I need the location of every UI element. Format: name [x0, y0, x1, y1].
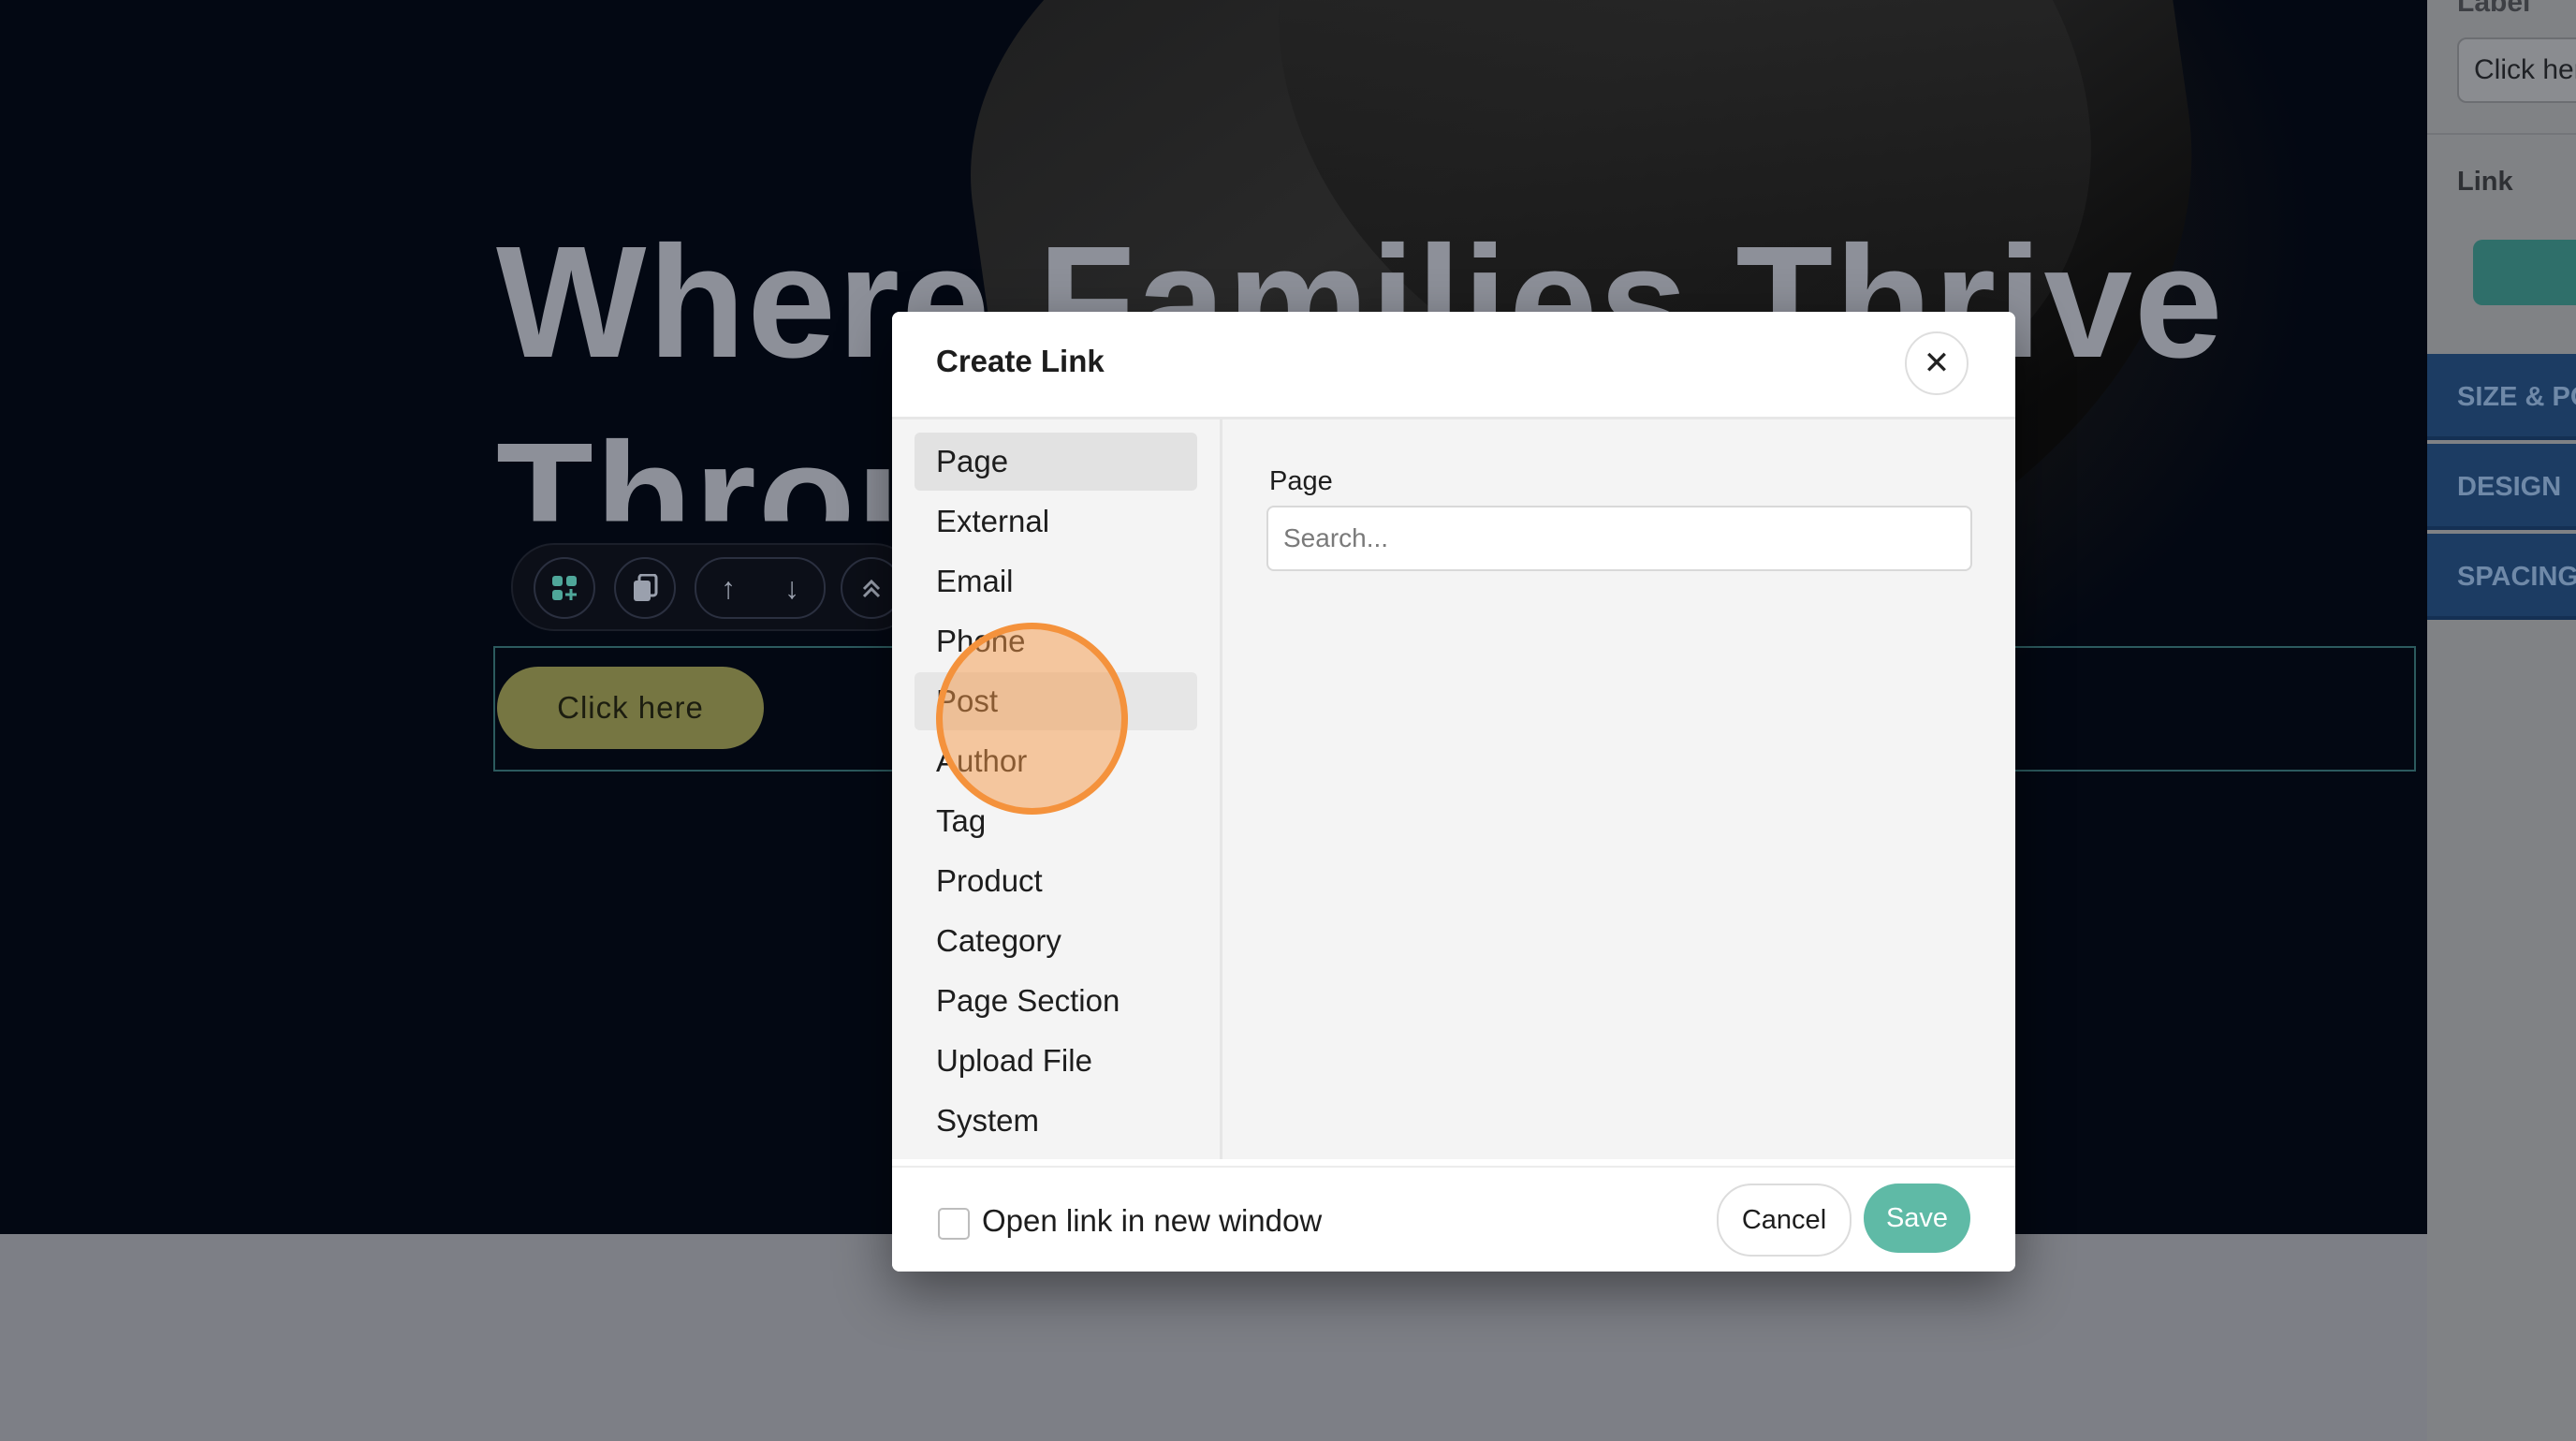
link-type-category[interactable]: Category [915, 912, 1197, 970]
panel-divider [2427, 133, 2576, 135]
new-window-label[interactable]: Open link in new window [982, 1203, 1322, 1239]
properties-panel: Label Click here Link SIZE & POSITION DE… [2427, 0, 2576, 1441]
link-button[interactable] [2473, 240, 2576, 305]
tab-size-position[interactable]: SIZE & POSITION [2427, 354, 2576, 440]
link-type-system[interactable]: System [915, 1092, 1197, 1150]
link-target-panel: Page [1222, 419, 2015, 1159]
link-heading: Link [2457, 167, 2513, 197]
tab-spacing[interactable]: SPACING [2427, 534, 2576, 620]
click-indicator [936, 623, 1128, 815]
link-type-email[interactable]: Email [915, 552, 1197, 610]
tab-design[interactable]: DESIGN [2427, 444, 2576, 530]
dialog-title: Create Link [936, 344, 1105, 378]
new-window-checkbox[interactable] [938, 1208, 970, 1240]
link-type-product[interactable]: Product [915, 852, 1197, 910]
label-heading: Label [2457, 0, 2531, 18]
dialog-header: Create Link ✕ [892, 312, 2015, 419]
label-input[interactable]: Click here [2457, 37, 2576, 103]
page-search-input[interactable] [1266, 506, 1972, 571]
link-type-upload-file[interactable]: Upload File [915, 1032, 1197, 1090]
save-button[interactable]: Save [1864, 1184, 1970, 1253]
link-type-external[interactable]: External [915, 493, 1197, 551]
close-icon: ✕ [1923, 346, 1951, 381]
dialog-footer: Open link in new window Cancel Save [892, 1166, 2015, 1272]
page-field-label: Page [1269, 466, 1333, 496]
link-type-page[interactable]: Page [915, 433, 1197, 491]
link-type-page-section[interactable]: Page Section [915, 972, 1197, 1030]
close-button[interactable]: ✕ [1905, 331, 1969, 395]
cancel-button[interactable]: Cancel [1717, 1184, 1852, 1257]
